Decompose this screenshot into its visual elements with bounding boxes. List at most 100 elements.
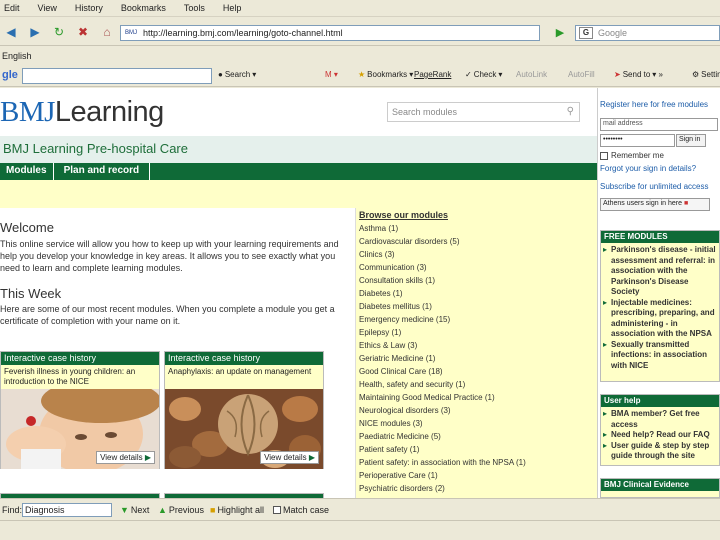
browse-module-link[interactable]: Neurological disorders (3): [356, 404, 597, 417]
browse-module-link[interactable]: Paediatric Medicine (5): [356, 430, 597, 443]
toolbar-sendto-button[interactable]: ➤ Send to ▾ »: [614, 70, 663, 79]
toolbar-autofill-button[interactable]: AutoFill: [568, 70, 595, 79]
user-help-item[interactable]: User guide & step by step guide through …: [603, 441, 717, 462]
forgot-details-link[interactable]: Forgot your sign in details?: [600, 164, 696, 173]
go-arrow-icon[interactable]: ▶: [552, 25, 568, 41]
clinical-evidence-title[interactable]: BMJ Clinical Evidence: [601, 479, 719, 491]
channel-title: BMJ Learning Pre-hospital Care: [0, 136, 597, 163]
star-icon: ★: [358, 70, 366, 79]
toolbar-autolink-button[interactable]: AutoLink: [516, 70, 547, 79]
free-modules-title: FREE MODULES: [601, 231, 719, 243]
browse-module-link[interactable]: Clinics (3): [356, 248, 597, 261]
remember-me[interactable]: Remember me: [600, 151, 664, 160]
tab-modules[interactable]: Modules: [0, 163, 54, 180]
browse-module-link[interactable]: Psychiatric disorders (2): [356, 482, 597, 495]
this-week-text: Here are some of our most recent modules…: [0, 304, 335, 326]
browse-module-link[interactable]: Patient safety: in association with the …: [356, 456, 597, 469]
password-field[interactable]: ••••••••: [600, 134, 675, 147]
find-previous-button[interactable]: ▲ Previous: [158, 505, 204, 515]
search-engine-box[interactable]: G Google: [575, 25, 720, 41]
athens-icon: ■: [683, 200, 689, 207]
browse-title: Browse our modules: [359, 210, 449, 220]
remember-checkbox[interactable]: [600, 151, 608, 160]
forward-icon[interactable]: ▶: [26, 23, 44, 41]
browse-module-link[interactable]: Perioperative Care (1): [356, 469, 597, 482]
browse-module-link[interactable]: Health, safety and security (1): [356, 378, 597, 391]
register-link[interactable]: Register here for free modules: [600, 100, 708, 109]
yellow-strip: [0, 180, 597, 208]
search-icon[interactable]: ⚲: [567, 106, 574, 117]
highlight-all-button[interactable]: ■ Highlight all: [210, 505, 264, 515]
browse-module-link[interactable]: Patient safety (1): [356, 443, 597, 456]
browse-module-link[interactable]: Maintaining Good Medical Practice (1): [356, 391, 597, 404]
language-label: English: [2, 51, 32, 61]
menu-bookmarks[interactable]: Bookmarks: [121, 3, 166, 13]
address-url: http://learning.bmj.com/learning/goto-ch…: [143, 28, 343, 38]
email-field[interactable]: mail address: [600, 118, 718, 131]
view-details-button[interactable]: View details ▶: [260, 451, 319, 464]
toolbar-search-button[interactable]: ● Search ▾: [218, 70, 256, 79]
browse-module-link[interactable]: Emergency medicine (15): [356, 313, 597, 326]
search-modules-input[interactable]: Search modules ⚲: [387, 102, 580, 122]
home-icon[interactable]: ⌂: [98, 23, 116, 41]
browse-module-link[interactable]: Consultation skills (1): [356, 274, 597, 287]
tab-plan-and-record[interactable]: Plan and record: [54, 163, 151, 180]
toolbar-bookmarks-button[interactable]: ★ Bookmarks ▾: [358, 70, 413, 79]
card-title[interactable]: Anaphylaxis: an update on management: [165, 365, 323, 389]
user-help-title: User help: [601, 395, 719, 407]
clinical-evidence-panel: BMJ Clinical Evidence: [600, 478, 720, 498]
browse-module-link[interactable]: Communication (3): [356, 261, 597, 274]
toolbar-check-button[interactable]: ✓ Check ▾: [465, 70, 502, 79]
welcome-heading: Welcome: [0, 220, 54, 235]
module-card-anaphylaxis[interactable]: Interactive case history Anaphylaxis: an…: [164, 351, 324, 469]
gmail-icon[interactable]: M ▾: [325, 70, 338, 79]
wrench-icon: ⚙: [692, 70, 700, 79]
stop-icon[interactable]: ✖: [74, 23, 92, 41]
free-module-item[interactable]: Sexually transmitted infections: in asso…: [603, 340, 717, 372]
module-card-feverish[interactable]: Interactive case history Feverish illnes…: [0, 351, 160, 469]
match-case-toggle[interactable]: Match case: [273, 505, 329, 515]
match-case-checkbox[interactable]: [273, 506, 281, 514]
google-logo: gle: [2, 69, 18, 81]
browse-module-link[interactable]: Cardiovascular disorders (5): [356, 235, 597, 248]
browse-module-link[interactable]: Geriatric Medicine (1): [356, 352, 597, 365]
browse-module-link[interactable]: Ethics & Law (3): [356, 339, 597, 352]
menu-tools[interactable]: Tools: [184, 3, 205, 13]
address-bar[interactable]: BMJ http://learning.bmj.com/learning/got…: [120, 25, 540, 41]
browse-module-link[interactable]: Asthma (1): [356, 222, 597, 235]
browse-module-link[interactable]: Diabetes mellitus (1): [356, 300, 597, 313]
sidebar: Register here for free modules mail addr…: [597, 88, 720, 498]
user-help-item[interactable]: BMA member? Get free access: [603, 409, 717, 430]
welcome-text: This online service will allow you how t…: [0, 239, 339, 273]
toolbar-settings-button[interactable]: ⚙Settings: [692, 70, 720, 79]
card-title[interactable]: Feverish illness in young children: an i…: [1, 365, 159, 389]
google-icon: G: [579, 27, 593, 39]
menu-edit[interactable]: Edit: [4, 3, 20, 13]
menu-view[interactable]: View: [38, 3, 57, 13]
language-bar: English: [0, 47, 720, 65]
sign-in-button[interactable]: Sign in: [676, 134, 706, 147]
reload-icon[interactable]: ↻: [50, 23, 68, 41]
find-input[interactable]: Diagnosis: [22, 503, 112, 517]
browse-module-link[interactable]: Good Clinical Care (18): [356, 365, 597, 378]
google-toolbar-input[interactable]: [22, 68, 212, 84]
find-next-button[interactable]: ▼ Next: [120, 505, 149, 515]
athens-sign-in-button[interactable]: Athens users sign in here ■: [600, 198, 710, 211]
browse-module-link[interactable]: Epilepsy (1): [356, 326, 597, 339]
subscribe-link[interactable]: Subscribe for unlimited access: [600, 182, 709, 191]
site-favicon: BMJ: [125, 30, 137, 36]
free-module-item[interactable]: Parkinson's disease - initial assessment…: [603, 245, 717, 298]
back-icon[interactable]: ◀: [2, 23, 20, 41]
user-help-item[interactable]: Need help? Read our FAQ: [603, 430, 717, 441]
toolbar-pagerank: PageRank: [414, 70, 452, 79]
view-details-button[interactable]: View details ▶: [96, 451, 155, 464]
browse-modules-panel: Browse our modules Asthma (1) Cardiovascu…: [355, 208, 597, 498]
menu-help[interactable]: Help: [223, 3, 242, 13]
bmj-learning-logo[interactable]: BMJLearning: [0, 96, 164, 129]
this-week-heading: This Week: [0, 286, 62, 301]
menu-history[interactable]: History: [75, 3, 103, 13]
browse-module-link[interactable]: Diabetes (1): [356, 287, 597, 300]
status-bar: [0, 520, 720, 540]
free-module-item[interactable]: Injectable medicines: prescribing, prepa…: [603, 298, 717, 340]
browse-module-link[interactable]: NICE modules (3): [356, 417, 597, 430]
